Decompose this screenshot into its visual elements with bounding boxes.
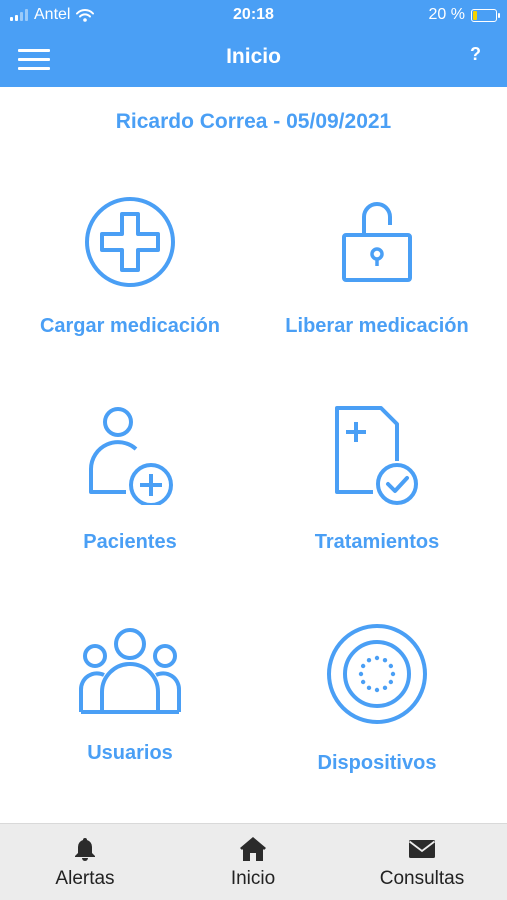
envelope-icon bbox=[408, 840, 436, 858]
tab-home-label: Inicio bbox=[230, 868, 276, 889]
release-medication-tile[interactable]: Liberar medicación bbox=[262, 195, 492, 338]
device-dial-icon bbox=[327, 624, 427, 724]
tab-bar: Alertas Inicio Consultas bbox=[0, 823, 507, 900]
devices-label: Dispositivos bbox=[317, 752, 437, 774]
status-right: 20 % bbox=[428, 6, 500, 24]
tab-alerts-label: Alertas bbox=[55, 868, 115, 889]
bell-icon bbox=[75, 838, 95, 861]
navigation-bar: Inicio ? bbox=[0, 31, 507, 87]
load-medication-tile[interactable]: Cargar medicación bbox=[15, 195, 245, 338]
plus-circle-icon bbox=[85, 197, 175, 287]
battery-icon bbox=[471, 8, 500, 22]
page-title: Inicio bbox=[226, 45, 281, 68]
treatments-label: Tratamientos bbox=[314, 531, 440, 553]
load-medication-label: Cargar medicación bbox=[39, 315, 221, 337]
battery-percent: 20 % bbox=[428, 6, 465, 23]
unlock-icon bbox=[342, 202, 412, 282]
release-medication-label: Liberar medicación bbox=[285, 315, 469, 337]
home-icon bbox=[240, 837, 266, 861]
add-user-icon bbox=[89, 407, 173, 505]
battery-level-fill bbox=[473, 10, 477, 20]
tab-home[interactable]: Inicio bbox=[183, 836, 323, 890]
tab-consultations-label: Consultas bbox=[379, 868, 465, 889]
users-label: Usuarios bbox=[87, 742, 173, 764]
patients-label: Pacientes bbox=[83, 531, 177, 553]
users-tile[interactable]: Usuarios bbox=[15, 622, 245, 765]
tab-consultations[interactable]: Consultas bbox=[352, 836, 492, 890]
users-group-icon bbox=[79, 628, 181, 714]
tab-alerts[interactable]: Alertas bbox=[15, 836, 155, 890]
devices-tile[interactable]: Dispositivos bbox=[262, 622, 492, 775]
patients-tile[interactable]: Pacientes bbox=[15, 405, 245, 554]
help-button[interactable]: ? bbox=[470, 44, 481, 65]
document-check-icon bbox=[335, 406, 418, 505]
treatments-tile[interactable]: Tratamientos bbox=[262, 405, 492, 554]
status-bar: Antel 20:18 20 % bbox=[0, 0, 507, 31]
user-date-label: Ricardo Correa - 05/09/2021 bbox=[115, 110, 392, 133]
